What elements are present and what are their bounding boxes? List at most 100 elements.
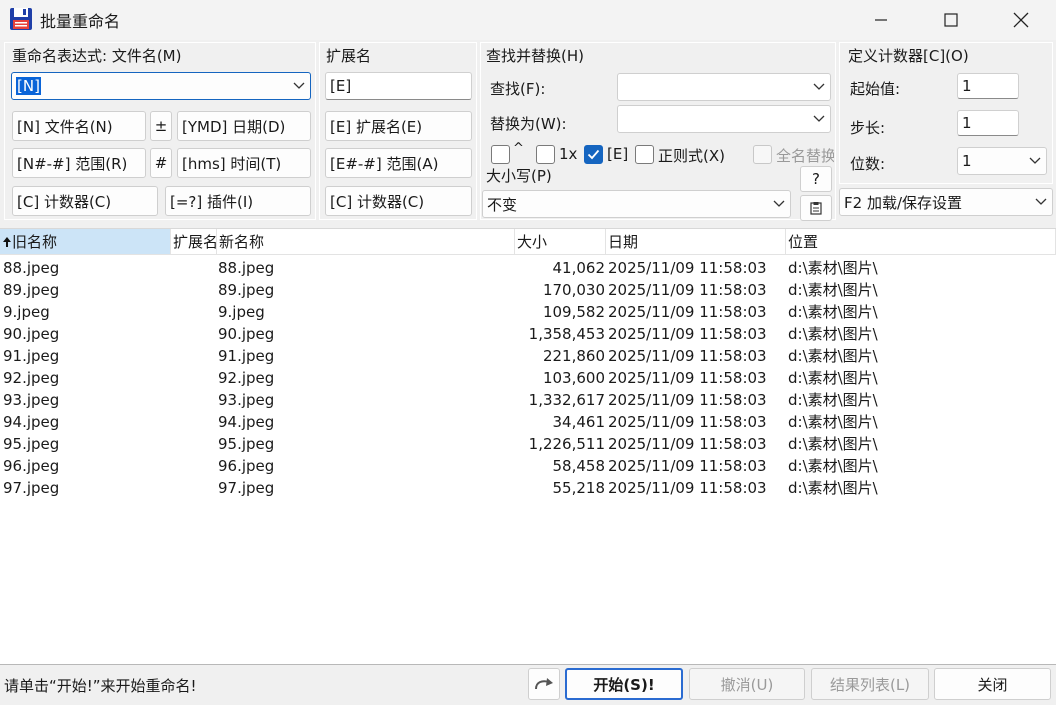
column-header-old-name-label: 旧名称	[12, 233, 58, 251]
cell-location: d:\素材\图片\	[788, 259, 878, 277]
window-title: 批量重命名	[40, 12, 121, 31]
rename-expression-combo[interactable]: [N]	[11, 72, 311, 100]
table-row[interactable]: 91.jpeg 91.jpeg 221,860 2025/11/09 11:58:03…	[0, 345, 1056, 367]
column-header-location[interactable]: 位置	[786, 229, 1056, 255]
insert-date-button[interactable]: [YMD] 日期(D)	[177, 111, 311, 141]
start-value-label: 起始值:	[850, 80, 901, 98]
cell-size: 1,332,617	[528, 391, 605, 409]
column-header-new-name[interactable]: 新名称	[217, 229, 515, 255]
match-start-checkbox[interactable]	[491, 145, 510, 164]
cell-size: 58,458	[552, 457, 606, 475]
cell-new-name: 94.jpeg	[218, 413, 275, 431]
plus-minus-button[interactable]: ±	[150, 111, 172, 141]
cell-old-name: 90.jpeg	[3, 325, 60, 343]
cell-new-name: 96.jpeg	[218, 457, 275, 475]
column-header-extension[interactable]: 扩展名	[171, 229, 217, 255]
cell-new-name: 95.jpeg	[218, 435, 275, 453]
cell-location: d:\素材\图片\	[788, 413, 878, 431]
minimize-icon	[875, 19, 887, 21]
maximize-button[interactable]	[916, 0, 986, 40]
chevron-down-icon[interactable]	[768, 191, 790, 217]
cell-location: d:\素材\图片\	[788, 369, 878, 387]
chevron-down-icon[interactable]	[1030, 189, 1052, 215]
close-button[interactable]: 关闭	[934, 668, 1051, 700]
chevron-down-icon[interactable]	[1024, 148, 1046, 174]
table-row[interactable]: 97.jpeg 97.jpeg 55,218 2025/11/09 11:58:03 d…	[0, 477, 1056, 499]
regex-checkbox[interactable]	[635, 145, 654, 164]
counter-label: 定义计数器[C](O)	[848, 47, 969, 65]
results-list-button[interactable]: 结果列表(L)	[811, 668, 929, 700]
find-combo[interactable]	[617, 73, 831, 101]
insert-name-range-button[interactable]: [N#-#] 范围(R)	[12, 148, 146, 178]
table-row[interactable]: 95.jpeg 95.jpeg 1,226,511 2025/11/09 11:58:…	[0, 433, 1056, 455]
cell-size: 34,461	[552, 413, 606, 431]
once-checkbox[interactable]	[536, 145, 555, 164]
full-name-replace-checkbox[interactable]	[753, 145, 772, 164]
cell-location: d:\素材\图片\	[788, 457, 878, 475]
digits-combo[interactable]: 1	[957, 147, 1047, 175]
cell-new-name: 93.jpeg	[218, 391, 275, 409]
cell-old-name: 95.jpeg	[3, 435, 60, 453]
table-row[interactable]: 9.jpeg 9.jpeg 109,582 2025/11/09 11:58:03 d:…	[0, 301, 1056, 323]
cell-location: d:\素材\图片\	[788, 347, 878, 365]
table-row[interactable]: 96.jpeg 96.jpeg 58,458 2025/11/09 11:58:03 d…	[0, 455, 1056, 477]
cell-old-name: 92.jpeg	[3, 369, 60, 387]
help-button[interactable]: ?	[800, 166, 832, 192]
insert-plugin-button[interactable]: [=?] 插件(I)	[165, 186, 311, 216]
undo-button[interactable]: 撤消(U)	[689, 668, 805, 700]
column-header-date[interactable]: 日期	[606, 229, 786, 255]
checkmark-icon	[587, 149, 600, 160]
insert-counter-button[interactable]: [C] 计数器(C)	[12, 186, 158, 216]
table-row[interactable]: 89.jpeg 89.jpeg 170,030 2025/11/09 11:58:03…	[0, 279, 1056, 301]
cell-new-name: 97.jpeg	[218, 479, 275, 497]
step-input[interactable]: 1	[957, 110, 1019, 136]
redo-arrow-icon	[535, 678, 553, 690]
file-list[interactable]: 旧名称 扩展名 新名称 大小 日期 位置 88.jpeg 88.jpeg 41,06…	[0, 228, 1056, 665]
cell-new-name: 91.jpeg	[218, 347, 275, 365]
chevron-down-icon[interactable]	[808, 106, 830, 132]
table-row[interactable]: 90.jpeg 90.jpeg 1,358,453 2025/11/09 11:58:…	[0, 323, 1056, 345]
table-row[interactable]: 92.jpeg 92.jpeg 103,600 2025/11/09 11:58:03…	[0, 367, 1056, 389]
cell-date: 2025/11/09 11:58:03	[608, 479, 767, 497]
edit-button[interactable]	[800, 195, 832, 221]
cell-date: 2025/11/09 11:58:03	[608, 391, 767, 409]
replace-combo[interactable]	[617, 105, 831, 133]
cell-new-name: 9.jpeg	[218, 303, 265, 321]
case-combo[interactable]: 不变	[482, 190, 791, 218]
rename-expression-label: 重命名表达式: 文件名(M)	[12, 47, 182, 65]
case-label: 大小写(P)	[486, 167, 552, 185]
column-header-old-name[interactable]: 旧名称	[0, 229, 171, 255]
settings-combo[interactable]: F2 加载/保存设置	[839, 188, 1053, 216]
close-window-button[interactable]	[986, 0, 1056, 40]
chevron-down-icon[interactable]	[288, 73, 310, 99]
cell-size: 170,030	[542, 281, 605, 299]
chevron-down-icon[interactable]	[808, 74, 830, 100]
start-value-input[interactable]: 1	[957, 73, 1019, 99]
insert-filename-button[interactable]: [N] 文件名(N)	[12, 111, 146, 141]
maximize-icon	[944, 13, 958, 27]
table-row[interactable]: 93.jpeg 93.jpeg 1,332,617 2025/11/09 11:58:…	[0, 389, 1056, 411]
cell-location: d:\素材\图片\	[788, 435, 878, 453]
column-header-size[interactable]: 大小	[515, 229, 606, 255]
cell-date: 2025/11/09 11:58:03	[608, 325, 767, 343]
cell-new-name: 89.jpeg	[218, 281, 275, 299]
case-value: 不变	[487, 195, 518, 214]
table-row[interactable]: 88.jpeg 88.jpeg 41,062 2025/11/09 11:58:03 d…	[0, 257, 1056, 279]
insert-time-button[interactable]: [hms] 时间(T)	[177, 148, 311, 178]
cell-size: 1,226,511	[528, 435, 605, 453]
extension-checkbox[interactable]	[584, 145, 603, 164]
hash-button[interactable]: #	[150, 148, 172, 178]
minimize-button[interactable]	[846, 0, 916, 40]
insert-extension-button[interactable]: [E] 扩展名(E)	[325, 111, 472, 141]
table-row[interactable]: 94.jpeg 94.jpeg 34,461 2025/11/09 11:58:03 d…	[0, 411, 1056, 433]
extension-input[interactable]: [E]	[325, 72, 472, 100]
insert-extension-range-button[interactable]: [E#-#] 范围(A)	[325, 148, 472, 178]
start-button[interactable]: 开始(S)!	[565, 668, 683, 700]
cell-old-name: 94.jpeg	[3, 413, 60, 431]
cell-new-name: 88.jpeg	[218, 259, 275, 277]
redo-button[interactable]	[528, 668, 560, 700]
cell-old-name: 91.jpeg	[3, 347, 60, 365]
insert-extension-counter-button[interactable]: [C] 计数器(C)	[325, 186, 472, 216]
cell-location: d:\素材\图片\	[788, 479, 878, 497]
rename-expression-value: [N]	[16, 77, 41, 95]
